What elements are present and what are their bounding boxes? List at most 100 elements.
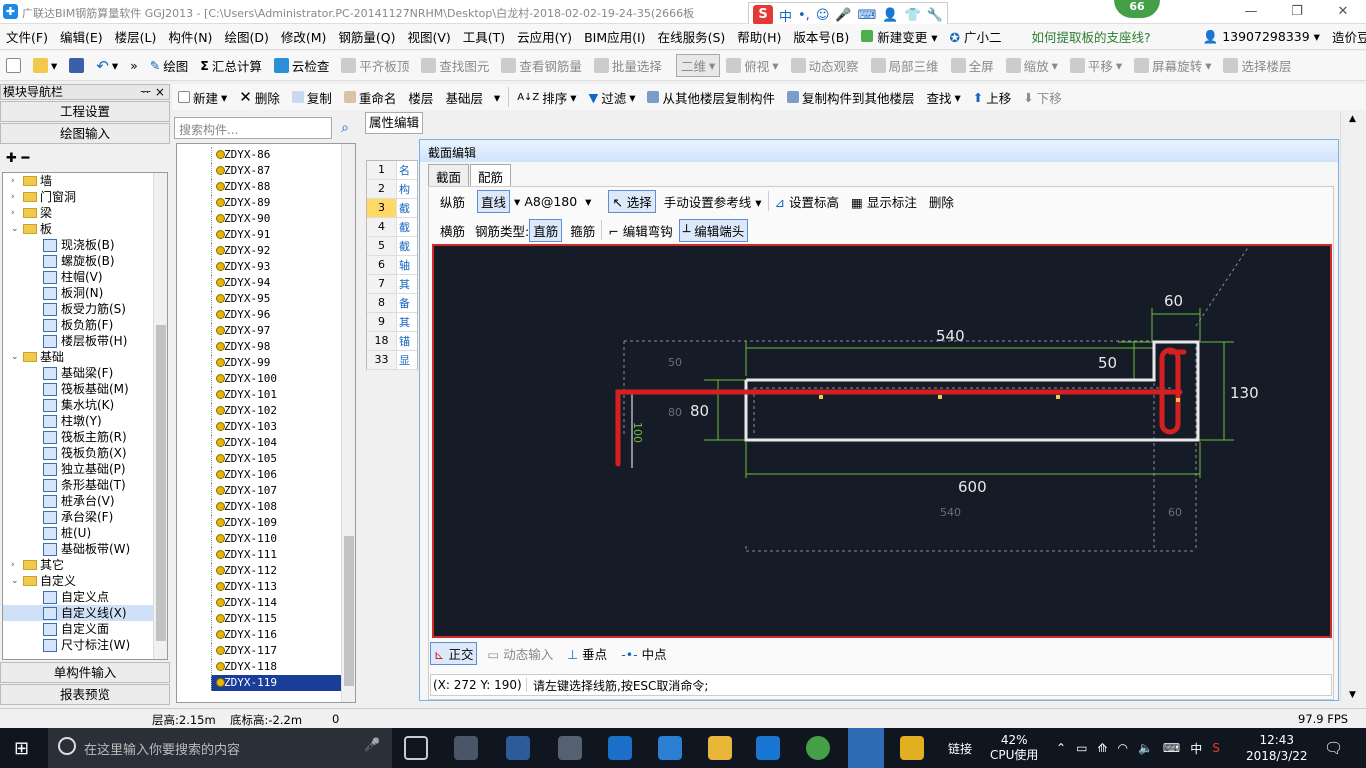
delete-rebar-button[interactable]: 删除: [925, 190, 958, 213]
tree-item[interactable]: 自定义点: [3, 589, 153, 605]
expand-all-icon[interactable]: ✚: [6, 151, 17, 166]
menu-rebar[interactable]: 钢筋量(Q): [332, 27, 401, 46]
tray-expand-icon[interactable]: ⌃: [1056, 741, 1066, 755]
component-list-item[interactable]: ZDYX-106: [211, 467, 355, 483]
expand-collapse-icons[interactable]: ✚ ━: [6, 151, 29, 166]
tree-item[interactable]: 独立基础(P): [3, 461, 153, 477]
ie-blue-icon[interactable]: [658, 736, 682, 760]
expander-icon[interactable]: ⌄: [11, 221, 21, 237]
report-preview-button[interactable]: 报表预览: [0, 684, 170, 705]
ggj-active-app-icon[interactable]: [848, 728, 884, 768]
menu-view[interactable]: 视图(V): [401, 27, 456, 46]
open-button[interactable]: ▾: [27, 58, 63, 73]
summary-calc-button[interactable]: Σ 汇总计算: [194, 56, 268, 75]
green-app-icon[interactable]: [806, 736, 830, 760]
collapse-all-icon[interactable]: ━: [21, 151, 29, 166]
list-scrollbar[interactable]: [341, 144, 355, 702]
tree-item[interactable]: 基础梁(F): [3, 365, 153, 381]
component-list-item[interactable]: ZDYX-93: [211, 259, 355, 275]
expander-icon[interactable]: ⌄: [11, 573, 21, 589]
component-list-item[interactable]: ZDYX-91: [211, 227, 355, 243]
taskbar-search[interactable]: 在这里输入你要搜索的内容 🎤: [48, 728, 392, 768]
toolbar-overflow[interactable]: »: [124, 58, 144, 73]
component-list-item[interactable]: ZDYX-94: [211, 275, 355, 291]
tree-item[interactable]: ⌄ 自定义: [3, 573, 153, 589]
property-row[interactable]: 6轴: [367, 256, 417, 275]
component-list-item[interactable]: ZDYX-86: [211, 147, 355, 163]
view-mode-select[interactable]: 二维 ▾: [675, 54, 721, 77]
ime-lang[interactable]: 中: [779, 6, 792, 25]
cost-beans[interactable]: 造价豆:0: [1326, 27, 1366, 46]
nav-pin-close[interactable]: ᅲ ×: [140, 85, 165, 99]
menu-component[interactable]: 构件(N): [162, 27, 218, 46]
component-list-item[interactable]: ZDYX-111: [211, 547, 355, 563]
rebar-spec-select[interactable]: A8@180 ▾: [524, 194, 604, 209]
menu-draw[interactable]: 绘图(D): [218, 27, 274, 46]
component-list-item[interactable]: ZDYX-87: [211, 163, 355, 179]
microphone-icon[interactable]: 🎤: [364, 738, 380, 753]
component-list-item[interactable]: ZDYX-114: [211, 595, 355, 611]
component-list-item[interactable]: ZDYX-110: [211, 531, 355, 547]
component-list-item[interactable]: ZDYX-115: [211, 611, 355, 627]
cloud-check-button[interactable]: 云检查: [268, 56, 336, 75]
battery-icon[interactable]: ▭: [1076, 741, 1087, 755]
property-row[interactable]: 1名: [367, 161, 417, 180]
expander-icon[interactable]: ›: [11, 189, 21, 205]
menu-edit[interactable]: 编辑(E): [54, 27, 109, 46]
tree-item[interactable]: 板受力筋(S): [3, 301, 153, 317]
rotate-screen-button[interactable]: 屏幕旋转 ▾: [1128, 56, 1217, 75]
manual-reference-line-button[interactable]: 手动设置参考线 ▾: [660, 190, 766, 213]
component-list-item[interactable]: ZDYX-97: [211, 323, 355, 339]
menu-online[interactable]: 在线服务(S): [652, 27, 732, 46]
filter-button[interactable]: ▼ 过滤 ▾: [583, 88, 642, 107]
tree-item[interactable]: 尺寸标注(W): [3, 637, 153, 653]
main-scrollbar[interactable]: ▲ ▼: [1340, 112, 1364, 702]
wifi-icon[interactable]: ◠: [1117, 741, 1127, 755]
component-list-item[interactable]: ZDYX-104: [211, 435, 355, 451]
tree-item[interactable]: › 墙: [3, 173, 153, 189]
punctuation-icon[interactable]: •,: [798, 8, 810, 23]
show-annotation-button[interactable]: ▦ 显示标注: [847, 190, 921, 213]
network-icon[interactable]: ⟰: [1097, 741, 1107, 755]
component-list-item[interactable]: ZDYX-98: [211, 339, 355, 355]
tree-item[interactable]: 板洞(N): [3, 285, 153, 301]
property-row[interactable]: 18 锚: [367, 332, 417, 351]
wrench-icon[interactable]: 🔧: [927, 8, 943, 23]
property-row[interactable]: 9其: [367, 313, 417, 332]
notification-icon[interactable]: 🗨: [1324, 728, 1343, 768]
component-list-item[interactable]: ZDYX-117: [211, 643, 355, 659]
tree-scroll-thumb[interactable]: [156, 325, 166, 641]
tree-item[interactable]: › 梁: [3, 205, 153, 221]
tree-item[interactable]: 基础板带(W): [3, 541, 153, 557]
tree-item[interactable]: 现浇板(B): [3, 237, 153, 253]
keyboard-tray-icon[interactable]: ⌨: [1163, 741, 1180, 755]
longitudinal-rebar-button[interactable]: 纵筋: [436, 190, 469, 213]
menu-new-change[interactable]: 新建变更 ▾: [855, 27, 943, 46]
new-component-button[interactable]: 新建 ▾: [172, 88, 233, 107]
local-3d-button[interactable]: 局部三维: [865, 56, 945, 75]
rename-button[interactable]: 重命名: [338, 88, 403, 107]
select-floor-button[interactable]: 选择楼层: [1217, 56, 1297, 75]
undo-button[interactable]: ↶ ▾: [90, 57, 124, 75]
pan-button[interactable]: 平移 ▾: [1064, 56, 1128, 75]
expander-icon[interactable]: ⌄: [11, 349, 21, 365]
property-row[interactable]: 3截: [367, 199, 417, 218]
component-list-item[interactable]: ZDYX-95: [211, 291, 355, 307]
set-elevation-button[interactable]: ⊿ 设置标高: [771, 190, 843, 213]
property-edit-tab[interactable]: 属性编辑: [365, 112, 423, 134]
menu-help[interactable]: 帮助(H): [731, 27, 787, 46]
draw-button[interactable]: ✎ 绘图: [144, 56, 195, 75]
link-toolbar[interactable]: 链接: [948, 728, 972, 768]
component-list-item[interactable]: ZDYX-101: [211, 387, 355, 403]
menu-tools[interactable]: 工具(T): [457, 27, 511, 46]
tree-item[interactable]: 桩承台(V): [3, 493, 153, 509]
search-icon[interactable]: ⌕: [334, 117, 356, 139]
select-button[interactable]: ↖ 选择: [608, 189, 656, 213]
single-component-button[interactable]: 单构件输入: [0, 662, 170, 683]
volume-icon[interactable]: 🔈: [1138, 741, 1153, 755]
section-drawing[interactable]: 540 60 50 80 130 600 50 80 540 60 100: [434, 245, 1330, 636]
user-icon[interactable]: 👤: [882, 8, 898, 23]
property-row[interactable]: 7其: [367, 275, 417, 294]
edge-icon[interactable]: [608, 736, 632, 760]
sort-button[interactable]: A↓Z 排序 ▾: [511, 88, 582, 107]
